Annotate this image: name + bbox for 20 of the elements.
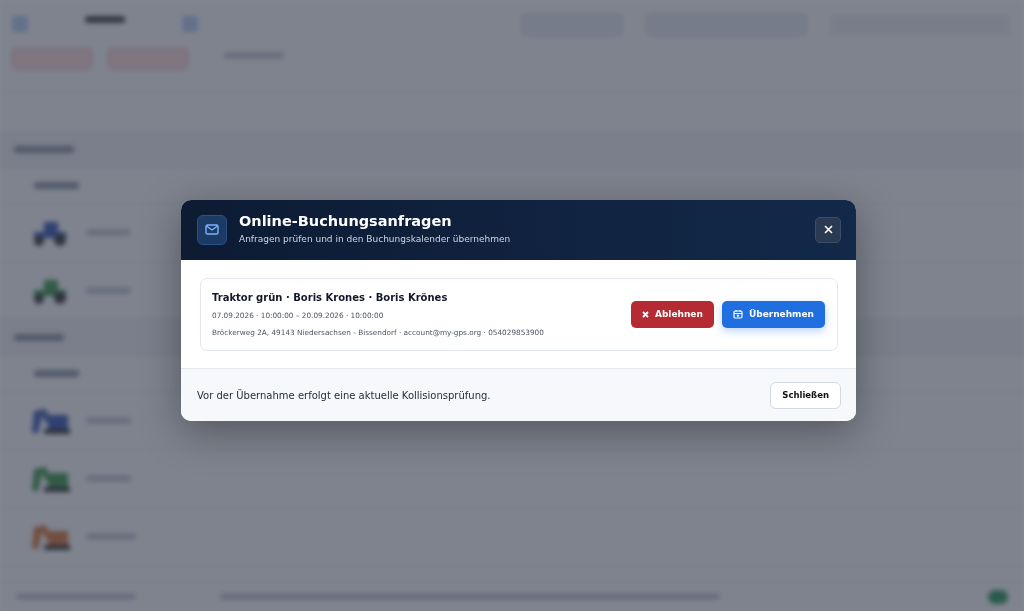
- dialog-title: Online-Buchungsanfragen: [239, 213, 453, 231]
- excavator-icon: [30, 406, 72, 435]
- blurred-text: [14, 334, 64, 341]
- footer-note: Vor der Übernahme erfolgt eine aktuelle Kollisionsprüfung.: [197, 388, 492, 403]
- close-text-button[interactable]: Schließen: [770, 381, 841, 409]
- reject-button[interactable]: Ablehnen: [630, 300, 714, 328]
- mail-icon: [197, 214, 227, 245]
- request-title: Traktor grün · Boris Krones · Boris Krönes: [212, 290, 449, 305]
- excavator-icon: [30, 522, 72, 551]
- close-button[interactable]: [815, 216, 841, 243]
- x-icon: [641, 310, 649, 318]
- blurred-text: [34, 370, 79, 377]
- excavator-icon: [30, 464, 72, 493]
- blurred-text: [85, 16, 125, 23]
- dialog-subtitle: Anfragen prüfen und in den Buchungskalender übernehmen: [239, 233, 512, 247]
- calendar-icon: [732, 309, 743, 320]
- close-icon: [823, 225, 833, 235]
- accept-button[interactable]: Übernehmen: [721, 300, 825, 328]
- blurred-text: [14, 146, 74, 153]
- blurred-text: [34, 182, 79, 189]
